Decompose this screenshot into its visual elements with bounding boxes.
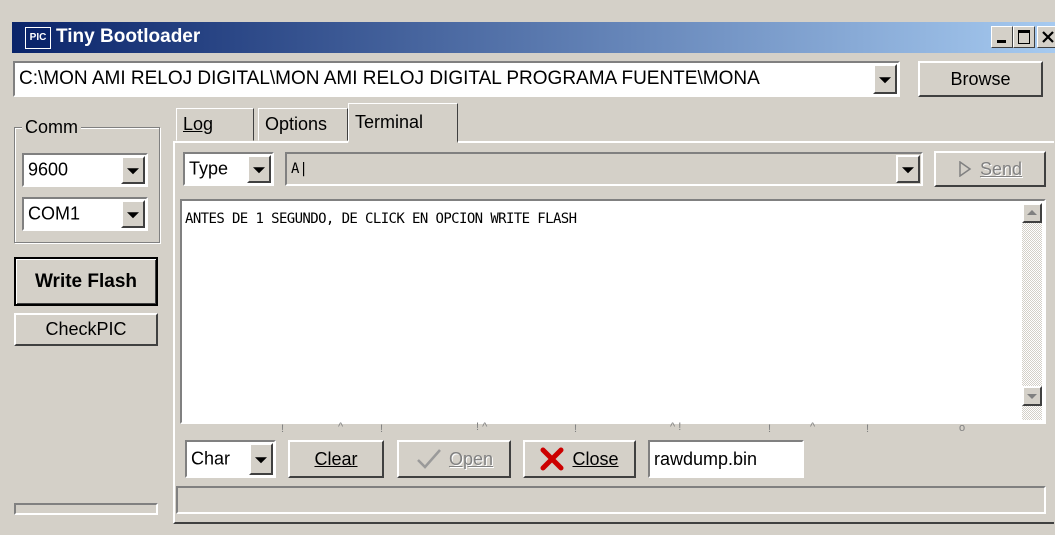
baud-rate-value: 9600 [28, 159, 69, 180]
terminal-input-value: A| [291, 161, 308, 177]
send-button[interactable]: Send [934, 151, 1046, 187]
baud-rate-dropdown-button[interactable] [121, 156, 145, 184]
com-port-dropdown-button[interactable] [121, 200, 145, 228]
browse-label: Browse [950, 68, 1011, 89]
clear-label: Clear [314, 448, 358, 469]
chevron-down-icon [879, 77, 891, 84]
ruler-mark: ! [380, 423, 384, 435]
chevron-down-icon [1027, 394, 1037, 399]
type-dropdown-button[interactable] [247, 155, 271, 183]
tab-terminal-label: Terminal [355, 112, 424, 132]
checkpic-label: CheckPIC [45, 319, 127, 339]
checkpic-button[interactable]: CheckPIC [14, 313, 158, 346]
close-window-button[interactable] [1037, 26, 1055, 48]
com-port-select[interactable]: COM1 [22, 197, 148, 231]
comm-group-label: Comm [22, 117, 81, 138]
browse-button[interactable]: Browse [918, 61, 1043, 97]
ruler-mark: ^ [810, 421, 816, 433]
open-label: Open [448, 448, 494, 469]
send-icon [959, 161, 972, 177]
ruler-mark: ! [768, 423, 772, 435]
char-value: Char [191, 448, 231, 469]
tab-log-label: Log [183, 114, 214, 134]
close-file-button[interactable]: Close [523, 440, 636, 478]
chevron-down-icon [127, 168, 139, 175]
chevron-down-icon [127, 212, 139, 219]
terminal-input-dropdown-button[interactable] [896, 155, 920, 183]
ruler-mark: ^ ! [670, 421, 682, 433]
title-bar[interactable]: PIC Tiny Bootloader [12, 22, 1055, 53]
ruler-mark: ! [281, 423, 285, 435]
com-port-value: COM1 [28, 203, 81, 224]
progress-bar-bottom [176, 486, 1046, 514]
type-select[interactable]: Type [183, 152, 274, 186]
scroll-down-button[interactable] [1022, 386, 1042, 406]
app-window: PIC Tiny Bootloader C:\MON AMI RELOJ DIG… [0, 0, 1055, 535]
send-label: Send [979, 158, 1023, 179]
file-path-combo[interactable]: C:\MON AMI RELOJ DIGITAL\MON AMI RELOJ D… [13, 61, 900, 97]
ruler-mark: ! [866, 423, 870, 435]
open-button[interactable]: Open [397, 440, 511, 478]
scroll-up-button[interactable] [1022, 203, 1042, 223]
clear-button[interactable]: Clear [288, 440, 384, 478]
checkmark-icon [417, 449, 441, 469]
chevron-down-icon [902, 167, 914, 174]
tab-terminal[interactable]: Terminal [348, 103, 458, 143]
chevron-up-icon [1027, 210, 1037, 215]
minimize-button[interactable] [991, 26, 1013, 48]
maximize-icon [1018, 30, 1030, 44]
minimize-icon [997, 40, 1006, 43]
tab-log[interactable]: Log [176, 108, 254, 141]
tab-options-label: Options [265, 114, 328, 134]
file-path-value: C:\MON AMI RELOJ DIGITAL\MON AMI RELOJ D… [19, 68, 760, 89]
ruler-mark: ! ^ [476, 421, 488, 433]
progress-bar-left [14, 503, 158, 515]
terminal-output-text: ANTES DE 1 SEGUNDO, DE CLICK EN OPCION W… [185, 211, 577, 227]
baud-rate-select[interactable]: 9600 [22, 153, 148, 187]
dump-filename-value: rawdump.bin [654, 449, 758, 469]
char-dropdown-button[interactable] [249, 443, 273, 475]
char-select[interactable]: Char [185, 440, 276, 478]
terminal-output[interactable]: ANTES DE 1 SEGUNDO, DE CLICK EN OPCION W… [180, 199, 1046, 424]
pic-app-icon: PIC [25, 27, 51, 49]
ruler-mark: ! [574, 423, 578, 435]
close-file-label: Close [572, 448, 619, 469]
ruler-mark: o [959, 422, 966, 434]
maximize-button[interactable] [1013, 26, 1035, 48]
type-value: Type [189, 158, 229, 179]
tab-options[interactable]: Options [258, 108, 348, 141]
red-x-icon [540, 447, 564, 471]
ruler-mark: ^ [338, 421, 344, 433]
dump-filename-input[interactable]: rawdump.bin [648, 440, 804, 478]
close-icon [1042, 31, 1054, 43]
window-title: Tiny Bootloader [56, 26, 201, 47]
file-path-dropdown-button[interactable] [873, 64, 897, 94]
chevron-down-icon [255, 457, 267, 464]
write-flash-label: Write Flash [34, 270, 138, 292]
chevron-down-icon [253, 167, 265, 174]
write-flash-button[interactable]: Write Flash [14, 257, 158, 306]
terminal-input-combo[interactable]: A| [285, 152, 923, 186]
